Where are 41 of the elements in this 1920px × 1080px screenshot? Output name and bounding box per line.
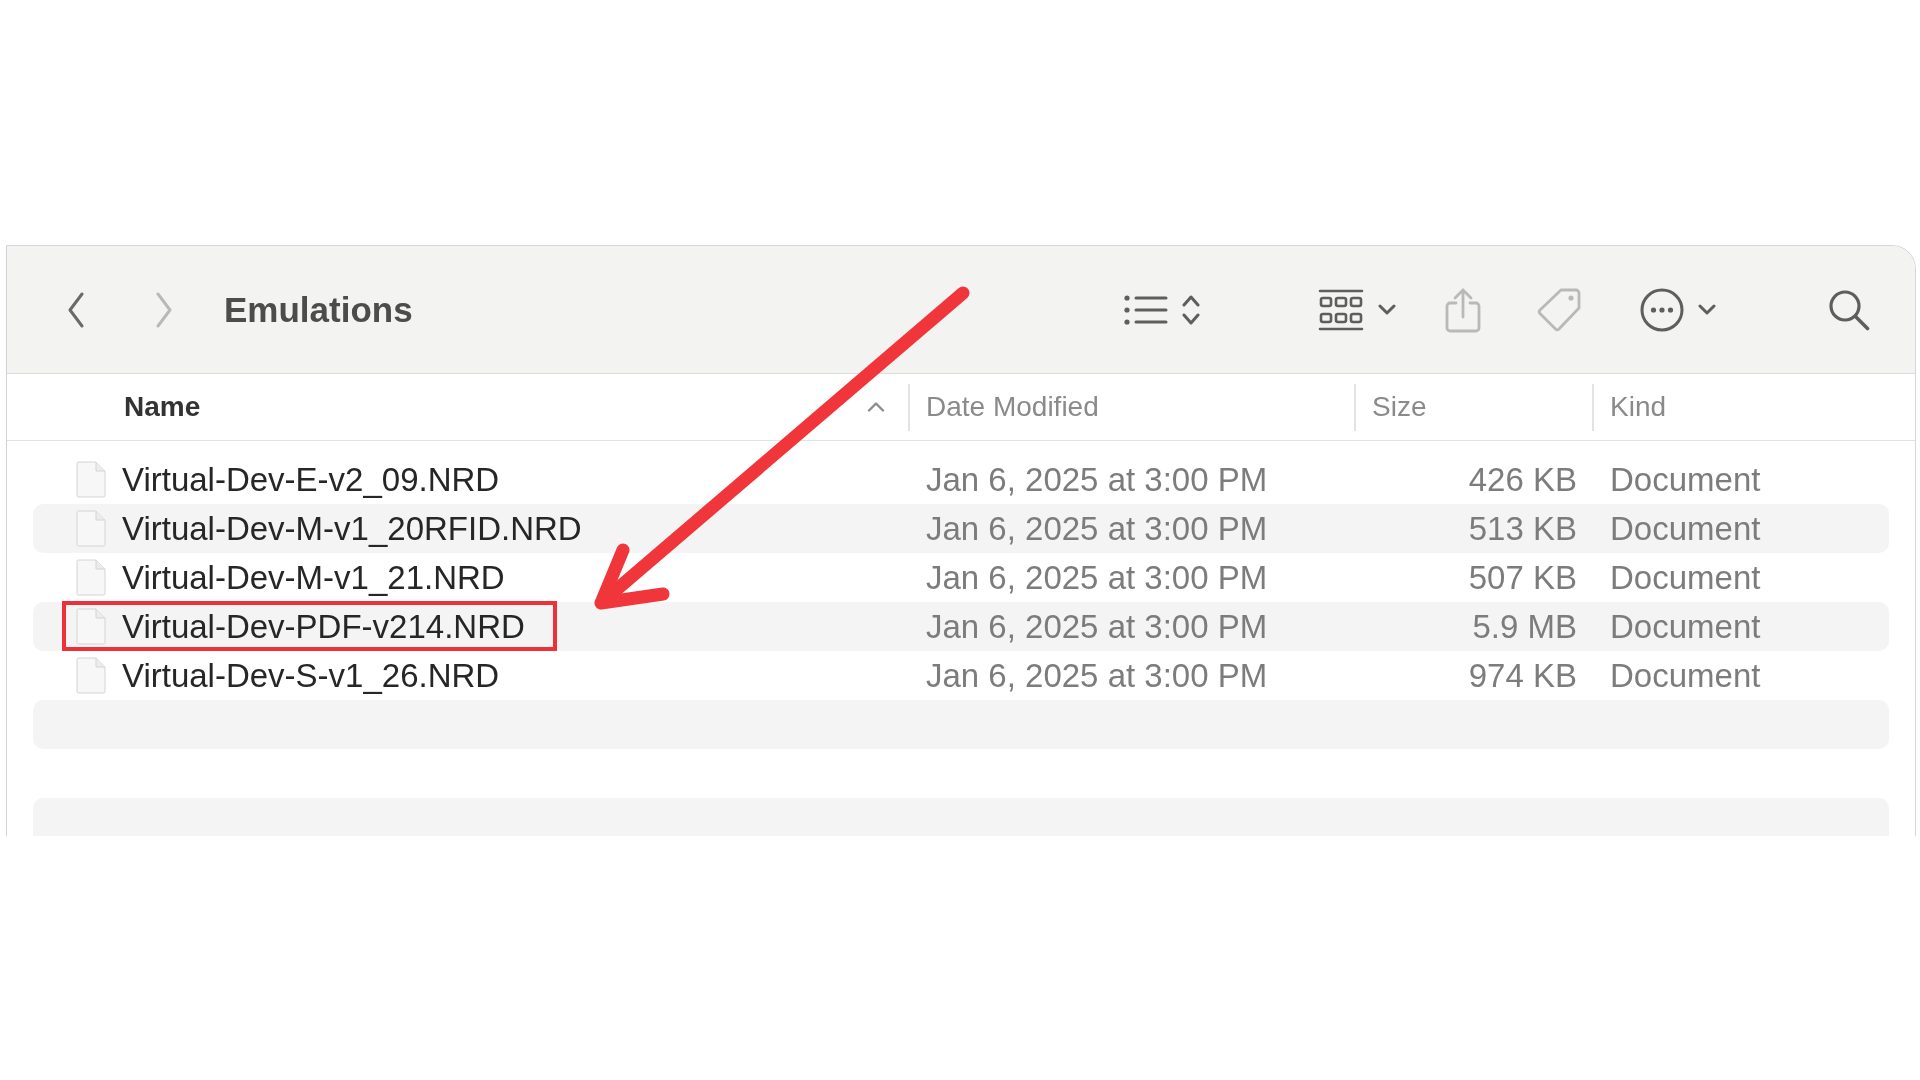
file-kind: Document — [1610, 558, 1761, 596]
file-size: 5.9 MB — [1472, 607, 1577, 645]
forward-chevron-icon — [155, 291, 173, 328]
document-icon — [76, 510, 106, 547]
share-icon — [1444, 286, 1482, 333]
document-icon — [76, 559, 106, 596]
date-modified: Jan 6, 2025 at 3:00 PM — [926, 607, 1268, 645]
file-size: 974 KB — [1468, 656, 1577, 694]
document-icon — [76, 608, 106, 645]
file-kind: Document — [1610, 509, 1761, 547]
date-modified: Jan 6, 2025 at 3:00 PM — [926, 656, 1268, 694]
file-name: Virtual-Dev-M-v1_20RFID.NRD — [122, 509, 582, 548]
document-icon — [76, 461, 106, 498]
file-name: Virtual-Dev-E-v2_09.NRD — [122, 460, 500, 499]
file-kind: Document — [1610, 656, 1761, 694]
file-size: 507 KB — [1468, 558, 1577, 596]
grid-icon — [1318, 288, 1364, 331]
file-kind: Document — [1610, 607, 1761, 645]
date-modified: Jan 6, 2025 at 3:00 PM — [926, 558, 1268, 596]
file-name: Virtual-Dev-S-v1_26.NRD — [122, 656, 500, 695]
file-row[interactable]: Virtual-Dev-PDF-v214.NRD Jan 6, 2025 at 3:00 PM 5.9 MB Document — [33, 602, 1889, 651]
file-size: 426 KB — [1468, 460, 1577, 498]
document-icon — [76, 657, 106, 694]
search-icon — [1828, 288, 1870, 331]
back-chevron-icon — [67, 291, 85, 328]
chevron-down-icon — [1378, 304, 1396, 315]
list-icon — [1124, 293, 1168, 326]
date-modified: Jan 6, 2025 at 3:00 PM — [926, 509, 1268, 547]
up-down-chevron-icon — [1182, 293, 1200, 326]
column-header[interactable]: Name — [124, 391, 201, 423]
sort-caret-icon — [867, 402, 885, 412]
file-size: 513 KB — [1468, 509, 1577, 547]
file-kind: Document — [1610, 460, 1761, 498]
file-name: Virtual-Dev-M-v1_21.NRD — [122, 558, 505, 597]
chevron-down-icon — [1698, 304, 1716, 315]
ellipsis-circle-icon — [1640, 287, 1684, 332]
window-title: Emulations — [224, 289, 413, 330]
tag-icon — [1536, 286, 1582, 333]
date-modified: Jan 6, 2025 at 3:00 PM — [926, 460, 1268, 498]
file-name: Virtual-Dev-PDF-v214.NRD — [122, 607, 525, 646]
file-row[interactable]: Virtual-Dev-M-v1_20RFID.NRD Jan 6, 2025 at 3:00 PM 513 KB Document — [33, 504, 1889, 553]
